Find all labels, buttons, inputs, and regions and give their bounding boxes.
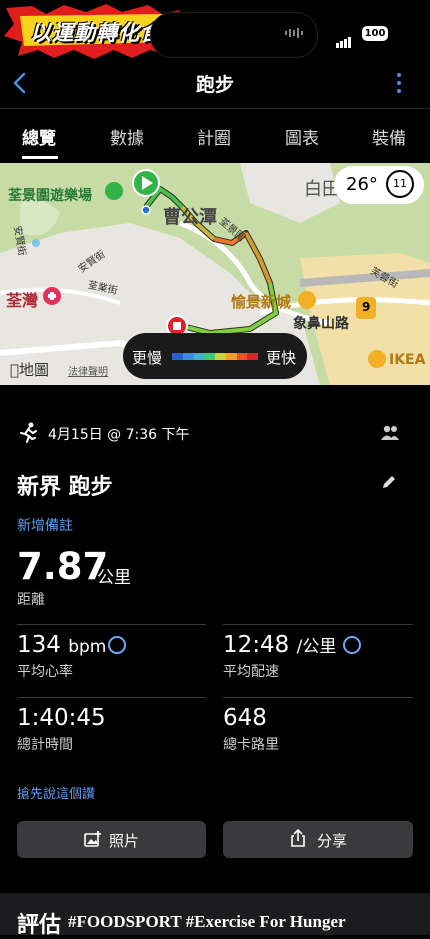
activity-date: 4月15日 @ 7:36 下午 [48,427,190,443]
divider [17,624,206,625]
tab-laps[interactable]: 計圈 [197,124,231,149]
map-label-store: IKEA [389,352,426,368]
legal-link[interactable]: 法律聲明 [68,363,108,378]
legend-color-swatch [236,353,248,360]
legend-color-swatch [172,353,183,360]
total-time-label: 總計時間 [17,737,73,753]
heart-rate-monitor-icon[interactable] [108,636,126,654]
watermark-tagline: #FOODSPORT #Exercise For Hunger [68,912,346,931]
add-photo-icon [84,831,101,847]
divider [223,697,413,698]
map-label-estate: 愉景新城 [231,293,292,311]
signal-icon [336,29,352,48]
tab-overview[interactable]: 總覽 [22,124,56,149]
first-like-link[interactable]: 搶先說這個讚 [17,783,95,802]
activity-name: 新界 跑步 [17,475,113,500]
total-time-value: 1:40:45 [17,705,106,731]
wind-icon: 11 [386,170,414,198]
weather-temperature: 26° [346,174,378,195]
calories-value: 648 [223,705,267,731]
active-tab-indicator [22,156,58,159]
tab-charts[interactable]: 圖表 [285,124,319,149]
legend-color-swatch [247,353,258,360]
tab-data[interactable]: 數據 [110,124,144,149]
legend-color-swatch [215,353,226,360]
divider [223,624,413,625]
maps-brand: 地圖 [10,361,49,379]
share-icon [291,829,305,847]
calories-label: 總卡路里 [223,737,279,753]
map-label-district: 荃灣 [6,291,39,310]
tab-gear[interactable]: 裝備 [372,124,406,149]
add-note-link[interactable]: 新增備註 [17,515,73,535]
more-options-icon[interactable] [396,73,402,95]
legend-color-swatch [225,353,237,360]
battery-icon: 100 [362,26,388,41]
divider [17,697,206,698]
page-title: 跑步 [195,74,234,96]
map-label-park: 荃景圍遊樂場 [8,188,92,204]
legend-slow-label: 更慢 [132,349,163,367]
distance-value: 7.87 [17,545,109,588]
evaluation-heading: 評估 [17,912,62,938]
heart-rate-label: 平均心率 [17,664,73,680]
distance-label: 距離 [17,592,45,608]
running-icon [20,422,37,443]
pace-label: 平均配速 [223,664,279,680]
add-photo-label: 照片 [109,832,140,850]
pace-color-scale [172,353,258,360]
map-label-route-number: 9 [362,300,371,314]
legend-fast-label: 更快 [266,349,297,367]
legend-color-swatch [204,353,215,360]
map-label-road2: 象鼻山路 [293,316,349,332]
pace-value: 12:48 /公里 [223,632,337,658]
people-icon[interactable] [380,425,400,441]
share-label: 分享 [317,832,348,850]
heart-rate-value: 134 bpm [17,632,107,658]
distance-unit: 公里 [97,568,131,588]
map-label-area: 曹公潭 [163,207,217,228]
legend-color-swatch [182,353,194,360]
pace-info-icon[interactable] [343,636,361,654]
edit-pencil-icon[interactable] [380,473,398,491]
audio-wave-icon [285,28,303,38]
legend-color-swatch [193,353,205,360]
